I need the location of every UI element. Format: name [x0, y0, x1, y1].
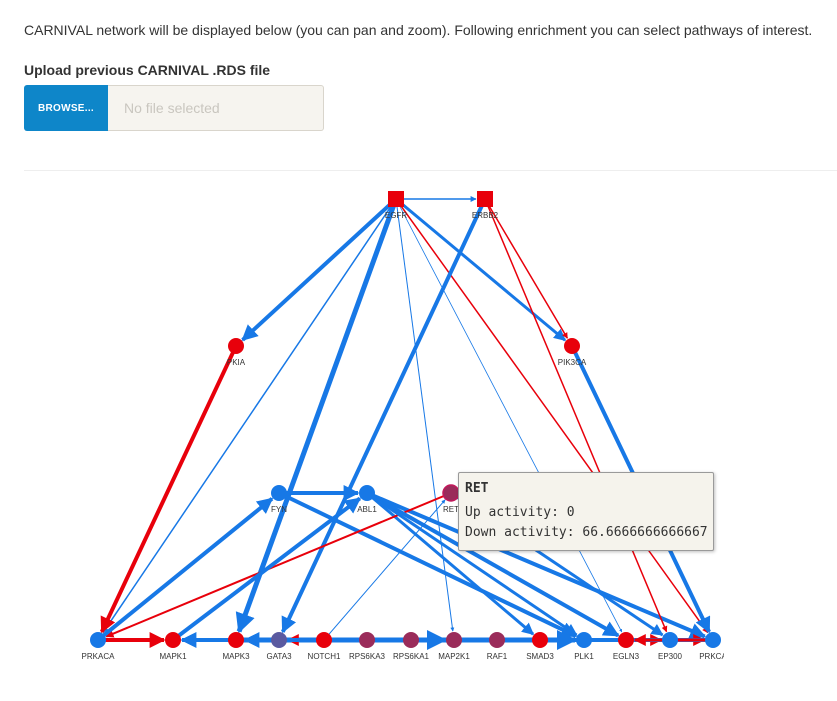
node-marker[interactable]: [165, 632, 181, 648]
node-marker[interactable]: [618, 632, 634, 648]
edge-layer: [96, 196, 713, 650]
edge-erbb2-ep300[interactable]: [484, 198, 668, 633]
node-label: PRKCA: [699, 652, 727, 661]
node-marker[interactable]: [228, 338, 244, 354]
node-prkaca[interactable]: PRKACA: [82, 632, 116, 661]
node-label: RET: [443, 505, 459, 514]
node-mapk3[interactable]: MAPK3: [222, 632, 250, 661]
edge-egfr-prkca[interactable]: [395, 198, 709, 634]
node-marker[interactable]: [90, 632, 106, 648]
node-label: EGFR: [385, 211, 407, 220]
node-map2k1[interactable]: MAP2K1: [438, 632, 470, 661]
node-label: GATA3: [266, 652, 292, 661]
node-marker[interactable]: [271, 485, 287, 501]
node-notch1[interactable]: NOTCH1: [308, 632, 341, 661]
network-canvas[interactable]: EGFR ERBB2 PKIA PIK3CA FYN ABL1 RET PRKACA MAPK1…: [0, 0, 837, 701]
node-marker[interactable]: [271, 632, 287, 648]
node-erbb2[interactable]: ERBB2: [472, 191, 499, 220]
node-marker[interactable]: [388, 191, 404, 207]
node-marker[interactable]: [446, 632, 462, 648]
node-marker[interactable]: [489, 632, 505, 648]
tooltip-title: RET: [465, 481, 489, 496]
node-gata3[interactable]: GATA3: [266, 632, 292, 661]
node-marker[interactable]: [403, 632, 419, 648]
node-marker[interactable]: [576, 632, 592, 648]
node-label: ABL1: [357, 505, 377, 514]
node-label: EP300: [658, 652, 683, 661]
node-label: MAP2K1: [438, 652, 470, 661]
node-egfr[interactable]: EGFR: [385, 191, 407, 220]
node-marker[interactable]: [359, 632, 375, 648]
node-smad3[interactable]: SMAD3: [526, 632, 554, 661]
node-label: RPS6KA3: [349, 652, 386, 661]
node-marker[interactable]: [359, 485, 375, 501]
node-label: RPS6KA1: [393, 652, 430, 661]
node-label: FYN: [271, 505, 287, 514]
network-graph[interactable]: EGFR ERBB2 PKIA PIK3CA FYN ABL1 RET PRKACA MAPK1…: [82, 191, 728, 661]
node-marker[interactable]: [316, 632, 332, 648]
edge-egfr-map2k1[interactable]: [395, 198, 455, 632]
edge-egfr-prkaca[interactable]: [102, 198, 397, 634]
node-plk1[interactable]: PLK1: [574, 632, 594, 661]
node-label: ERBB2: [472, 211, 499, 220]
node-marker[interactable]: [442, 484, 460, 502]
node-rps6ka1[interactable]: RPS6KA1: [393, 632, 430, 661]
node-label: PKIA: [227, 358, 246, 367]
edge-pkia-prkaca[interactable]: [100, 345, 238, 634]
node-label: PIK3CA: [558, 358, 587, 367]
node-label: PRKACA: [82, 652, 116, 661]
edge-mapk1-abl1[interactable]: [171, 496, 362, 642]
node-label: MAPK1: [159, 652, 187, 661]
node-marker[interactable]: [705, 632, 721, 648]
node-marker[interactable]: [228, 632, 244, 648]
node-label: PLK1: [574, 652, 594, 661]
tooltip-up-activity: Up activity: 0: [465, 505, 575, 520]
tooltip-down-activity: Down activity: 66.6666666666667: [465, 525, 708, 540]
node-marker[interactable]: [662, 632, 678, 648]
node-label: SMAD3: [526, 652, 554, 661]
node-label: RAF1: [487, 652, 508, 661]
node-marker[interactable]: [477, 191, 493, 207]
node-label: NOTCH1: [308, 652, 341, 661]
edge-egfr-mapk3[interactable]: [235, 198, 399, 634]
node-ret[interactable]: RET: [442, 484, 460, 514]
edge-egfr-pik3ca[interactable]: [395, 197, 567, 342]
node-marker[interactable]: [564, 338, 580, 354]
node-mapk1[interactable]: MAPK1: [159, 632, 187, 661]
node-rps6ka3[interactable]: RPS6KA3: [349, 632, 386, 661]
node-raf1[interactable]: RAF1: [487, 632, 508, 661]
node-label: MAPK3: [222, 652, 250, 661]
node-ep300[interactable]: EP300: [658, 632, 683, 661]
node-marker[interactable]: [532, 632, 548, 648]
node-pkia[interactable]: PKIA: [227, 338, 246, 367]
node-tooltip: RET Up activity: 0 Down activity: 66.666…: [458, 472, 714, 551]
node-pik3ca[interactable]: PIK3CA: [558, 338, 587, 367]
node-label: EGLN3: [613, 652, 640, 661]
